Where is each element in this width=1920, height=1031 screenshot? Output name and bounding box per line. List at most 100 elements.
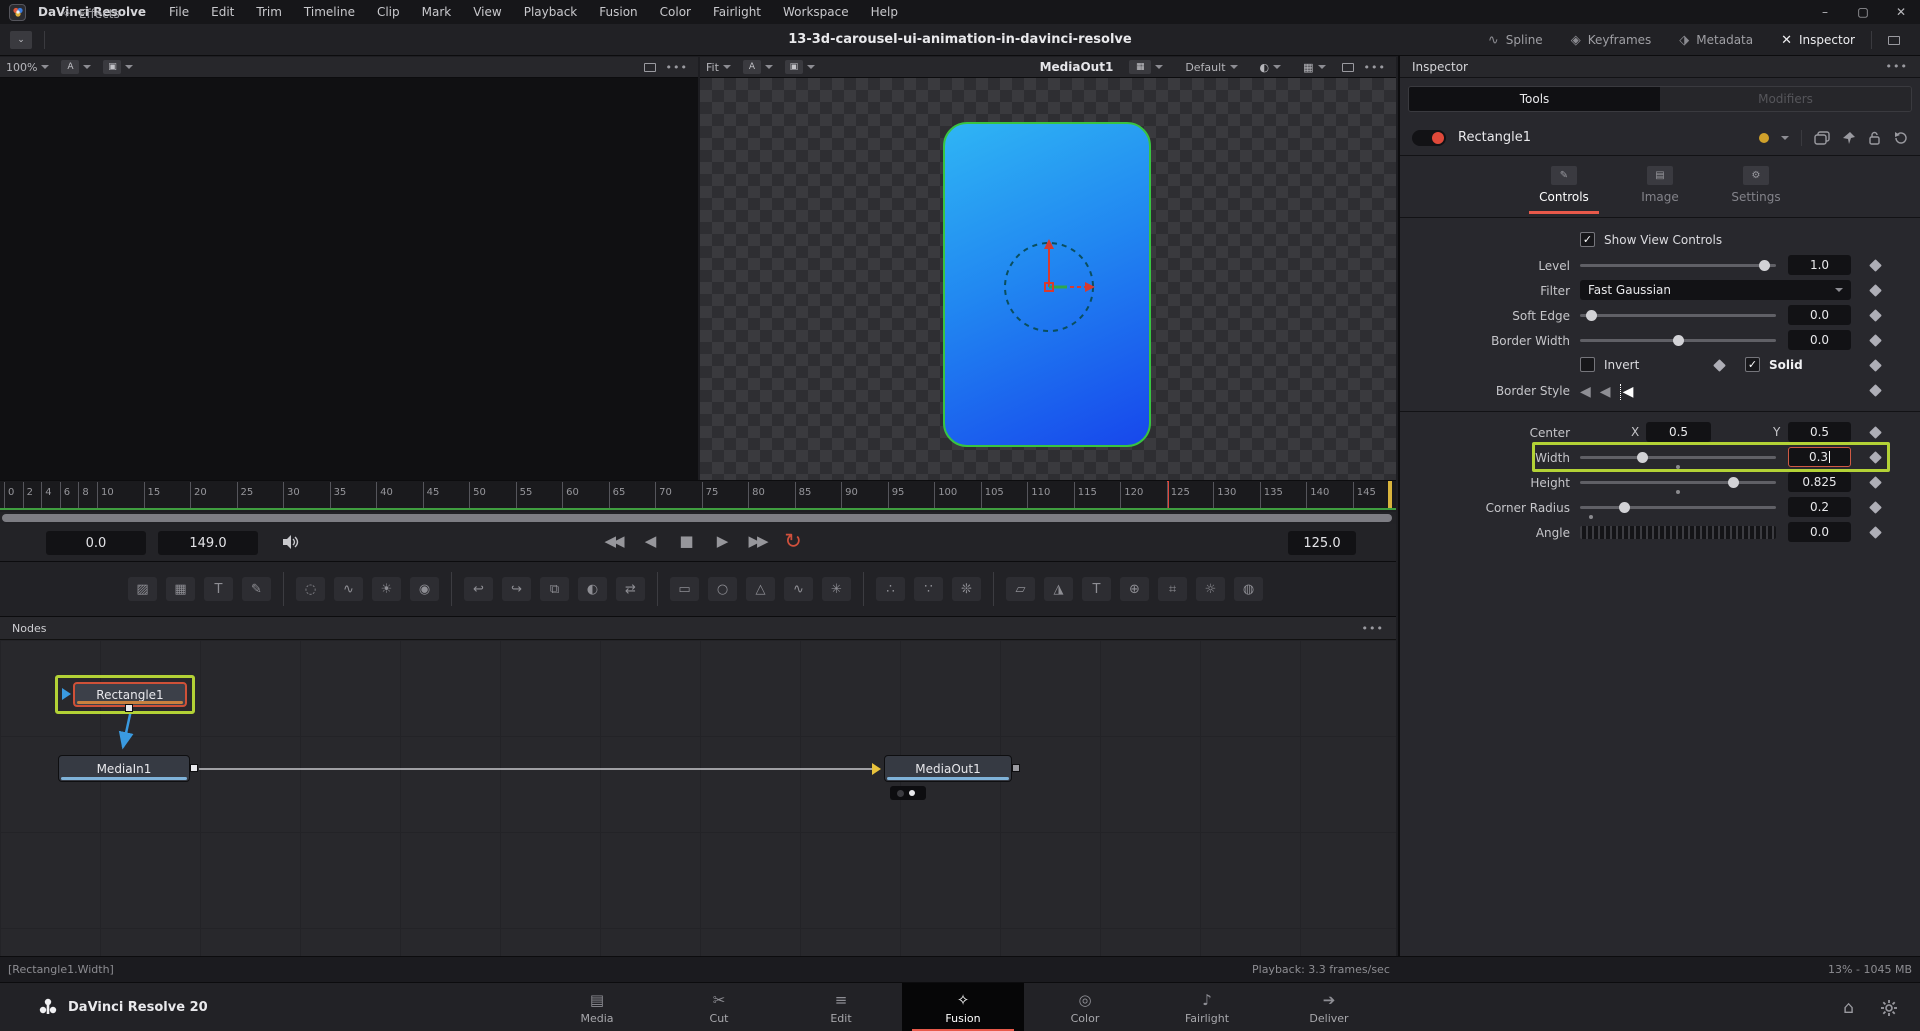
color-corrector-icon[interactable]: ☀ [372, 577, 401, 601]
keyframe-diamond-icon[interactable] [1713, 359, 1726, 372]
grid-dropdown[interactable]: ▦ [1297, 61, 1331, 74]
left-viewer-buffer-dropdown[interactable]: ▣ [97, 60, 139, 74]
right-viewer-zoom-dropdown[interactable]: Fit [700, 61, 737, 74]
current-frame-field[interactable]: 125.0 [1288, 531, 1356, 555]
toolbar-button-inspector[interactable]: ✕Inspector [1767, 24, 1869, 56]
page-header-toggle-button[interactable]: ⌄ [0, 24, 42, 56]
particle-move-icon[interactable]: ∵ [914, 577, 943, 601]
width-value-field[interactable]: 0.3 [1788, 447, 1851, 467]
page-tab-fusion[interactable]: ✧Fusion [902, 983, 1024, 1031]
menu-item-color[interactable]: Color [649, 5, 702, 19]
viewer-assignment-badge[interactable] [890, 786, 926, 800]
reset-icon[interactable] [1893, 131, 1908, 145]
merge-3d-icon[interactable]: ⊕ [1120, 577, 1149, 601]
timeline-scrollbar-thumb[interactable] [2, 514, 1392, 522]
viewer1-dot[interactable] [897, 790, 904, 797]
rectangle1-output-port[interactable] [125, 704, 133, 712]
height-slider-knob[interactable] [1728, 477, 1739, 488]
menu-item-timeline[interactable]: Timeline [293, 5, 366, 19]
menu-item-file[interactable]: File [158, 5, 200, 19]
particle-emitter-icon[interactable]: ∴ [876, 577, 905, 601]
range-in-field[interactable]: 0.0 [46, 531, 146, 555]
right-viewer-buffer-dropdown[interactable]: ▣ [779, 60, 821, 74]
page-tab-color[interactable]: ◎Color [1024, 983, 1146, 1031]
menu-item-fairlight[interactable]: Fairlight [702, 5, 772, 19]
transform-widget[interactable] [979, 217, 1119, 357]
camera-3d-icon[interactable]: ⌗ [1158, 577, 1187, 601]
time-ruler[interactable]: 0246810152025303540455055606570758085909… [0, 480, 1396, 508]
range-out-field[interactable]: 149.0 [158, 531, 258, 555]
menu-item-edit[interactable]: Edit [200, 5, 245, 19]
monitor-dropdown[interactable]: ▦ [1123, 60, 1169, 74]
panel-layout-button[interactable] [1874, 24, 1914, 56]
width-slider-track[interactable] [1580, 456, 1776, 459]
stop-button[interactable]: ■ [672, 532, 698, 550]
level-slider-knob[interactable] [1759, 260, 1770, 271]
solid-checkbox[interactable]: ✓ [1745, 357, 1760, 372]
shape-3d-icon[interactable]: ◮ [1044, 577, 1073, 601]
height-value-field[interactable]: 0.825 [1788, 472, 1851, 492]
blur-icon[interactable]: ◌ [296, 577, 325, 601]
page-tab-edit[interactable]: ≡Edit [780, 983, 902, 1031]
pin-icon[interactable] [1842, 131, 1856, 145]
border-round-icon[interactable]: ◀ [1600, 384, 1611, 400]
angle-value-field[interactable]: 0.0 [1788, 522, 1851, 542]
keyframe-diamond-icon[interactable] [1869, 334, 1882, 347]
keyframe-diamond-icon[interactable] [1869, 476, 1882, 489]
keyframe-diamond-icon[interactable] [1869, 526, 1882, 539]
merge-behind-icon[interactable]: ⧉ [540, 577, 569, 601]
soft-edge-slider-track[interactable] [1580, 314, 1776, 317]
width-slider-knob[interactable] [1637, 452, 1648, 463]
center-y-field[interactable]: 0.5 [1788, 422, 1851, 442]
loop-in-icon[interactable]: ↩ [464, 577, 493, 601]
border-square-icon[interactable]: ◀ [1620, 384, 1634, 400]
left-viewer-channel-dropdown[interactable]: A [55, 60, 97, 74]
background-icon[interactable]: ▨ [128, 577, 157, 601]
subtab-image[interactable]: ▤Image [1625, 166, 1695, 217]
hue-curves-icon[interactable]: ◉ [410, 577, 439, 601]
left-viewer-options-button[interactable]: ••• [666, 61, 688, 74]
mediaout1-input-arrow-icon[interactable] [872, 763, 881, 775]
chevron-down-icon[interactable] [1781, 136, 1789, 140]
show-view-controls-checkbox[interactable]: ✓ [1580, 232, 1595, 247]
toolbar-button-keyframes[interactable]: ◈Keyframes [1557, 24, 1666, 56]
page-tab-deliver[interactable]: ➔Deliver [1268, 983, 1390, 1031]
toolbar-button-spline[interactable]: ∿Spline [1474, 24, 1557, 56]
loop-button[interactable]: ↻ [780, 529, 806, 553]
node-mediaout1[interactable]: MediaOut1 [884, 755, 1012, 782]
node-graph[interactable]: Rectangle1 MediaIn1 MediaOut1 [0, 640, 1396, 956]
paint-icon[interactable]: ✎ [242, 577, 271, 601]
subtab-controls[interactable]: ✎Controls [1529, 166, 1599, 217]
wand-mask-icon[interactable]: ✳ [822, 577, 851, 601]
subtab-settings[interactable]: ⚙Settings [1721, 166, 1791, 217]
menu-item-playback[interactable]: Playback [513, 5, 589, 19]
expand-viewer-icon[interactable] [1342, 63, 1354, 72]
corner-radius-slider-knob[interactable] [1619, 502, 1630, 513]
center-x-field[interactable]: 0.5 [1646, 422, 1711, 442]
text-icon[interactable]: T [204, 577, 233, 601]
keyframe-diamond-icon[interactable] [1869, 284, 1882, 297]
play-button[interactable]: ▶ [708, 532, 734, 550]
left-viewer-zoom-dropdown[interactable]: 100% [0, 61, 55, 74]
inspector-tab-modifiers[interactable]: Modifiers [1660, 87, 1911, 111]
minimize-button[interactable]: – [1806, 0, 1844, 24]
mediain1-output-port[interactable] [190, 764, 198, 772]
settings-gear-icon[interactable] [1880, 999, 1898, 1017]
color-curves-icon[interactable]: ∿ [334, 577, 363, 601]
view-mode-dropdown[interactable]: ◐ [1254, 61, 1288, 74]
home-icon[interactable]: ⌂ [1843, 998, 1854, 1018]
menu-item-trim[interactable]: Trim [245, 5, 293, 19]
keyframe-diamond-icon[interactable] [1869, 259, 1882, 272]
menu-item-fusion[interactable]: Fusion [588, 5, 648, 19]
renderer-3d-icon[interactable]: ◍ [1234, 577, 1263, 601]
close-button[interactable]: ✕ [1882, 0, 1920, 24]
rectangle-shape-preview[interactable] [943, 122, 1151, 447]
angle-thumbwheel[interactable] [1580, 526, 1776, 539]
border-bevel-icon[interactable]: ◀ [1580, 384, 1591, 400]
goto-end-button[interactable]: ▶▶ [744, 532, 770, 550]
expand-viewer-icon[interactable] [644, 63, 656, 72]
inspector-options-button[interactable]: ••• [1886, 60, 1908, 73]
level-slider-track[interactable] [1580, 264, 1776, 267]
corner-radius-value-field[interactable]: 0.2 [1788, 497, 1851, 517]
node-color-swatch[interactable] [1759, 133, 1769, 143]
